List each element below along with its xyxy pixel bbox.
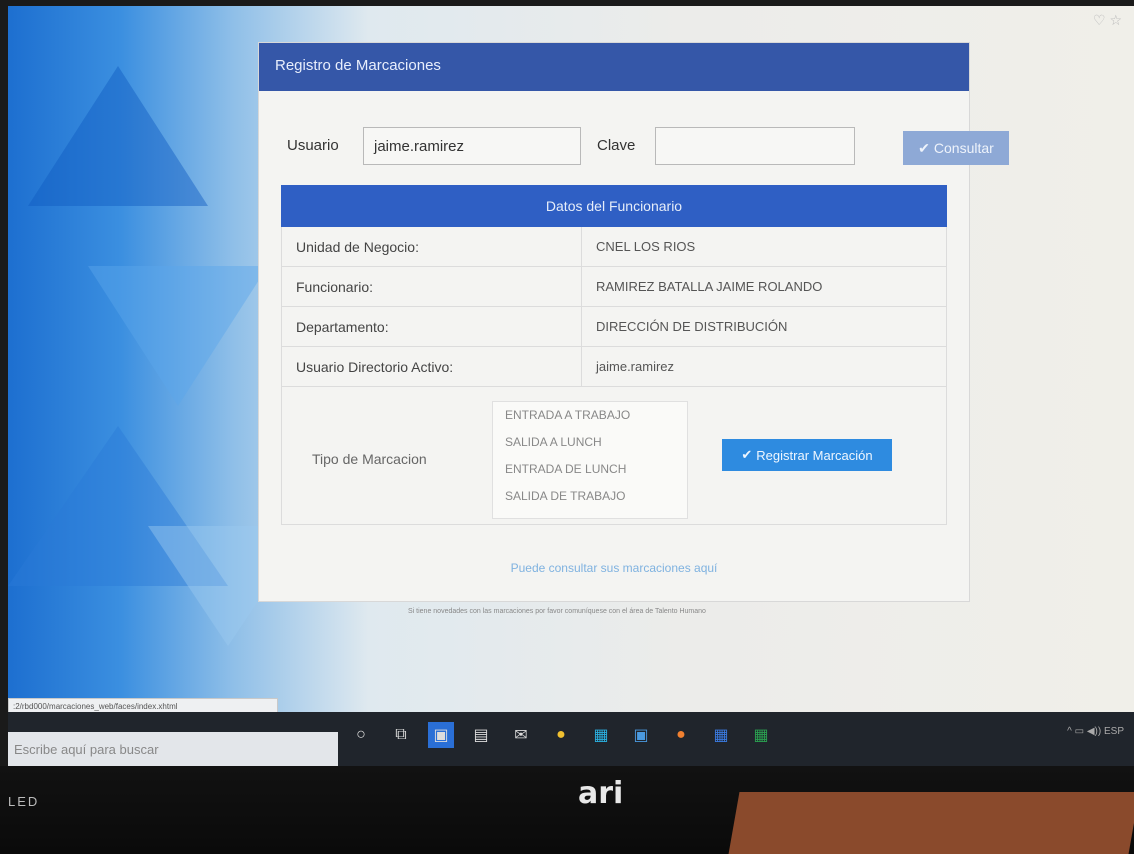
row-key: Unidad de Negocio: [282,227,582,266]
desktop-screen: ♡ ☆ Registro de Marcaciones Usuario jaim… [8,6,1134,766]
taskbar-search-input[interactable]: Escribe aquí para buscar [8,732,338,766]
chrome-icon[interactable]: ● [548,722,574,748]
led-label: LED [8,794,40,809]
clave-input[interactable] [655,127,855,165]
tipo-option[interactable]: ENTRADA A TRABAJO [493,402,687,429]
photos-icon[interactable]: ▣ [628,722,654,748]
check-icon: ✔ [741,447,753,462]
task-view-icon[interactable]: ⧉ [388,722,414,748]
usuario-label: Usuario [287,137,339,154]
tipo-label: Tipo de Marcacion [312,451,427,467]
usuario-input[interactable]: jaime.ramirez [363,127,581,165]
excel-icon[interactable]: ▦ [748,722,774,748]
footer-note: Si tiene novedades con las marcaciones p… [408,608,706,615]
tipo-option[interactable]: SALIDA DE TRABAJO [493,483,687,510]
login-row: Usuario jaime.ramirez Clave ✔ Consultar [287,125,1009,165]
tipo-marcacion-box: Tipo de Marcacion ENTRADA A TRABAJO SALI… [281,387,947,525]
browser-toolbar-icons[interactable]: ♡ ☆ [1093,12,1122,29]
desk-surface [728,792,1134,854]
consultar-marcaciones-link[interactable]: Puede consultar sus marcaciones aquí [259,561,969,575]
consultar-button[interactable]: ✔ Consultar [903,131,1009,165]
firefox-icon[interactable]: ● [668,722,694,748]
browser-icon[interactable]: ▣ [428,722,454,748]
system-tray[interactable]: ^ ▭ ◀)) ESP [1067,726,1124,737]
row-value: CNEL LOS RIOS [596,239,696,254]
datos-header: Datos del Funcionario [281,185,947,227]
store-icon[interactable]: ▤ [468,722,494,748]
background-shape [28,66,208,206]
clave-label: Clave [597,137,636,154]
table-row: Unidad de Negocio: CNEL LOS RIOS [281,227,947,267]
row-value: RAMIREZ BATALLA JAIME ROLANDO [596,279,823,294]
taskbar: Escribe aquí para buscar ○ ⧉ ▣ ▤ ✉ ● ▦ ▣… [8,712,1134,766]
registrar-marcacion-button[interactable]: ✔ Registrar Marcación [722,439,892,471]
table-row: Departamento: DIRECCIÓN DE DISTRIBUCIÓN [281,307,947,347]
tipo-select-list[interactable]: ENTRADA A TRABAJO SALIDA A LUNCH ENTRADA… [492,401,688,519]
calendar-icon[interactable]: ▦ [588,722,614,748]
registro-panel: Registro de Marcaciones Usuario jaime.ra… [258,42,1009,602]
row-key: Usuario Directorio Activo: [282,347,582,386]
tipo-option[interactable]: SALIDA A LUNCH [493,429,687,456]
word-icon[interactable]: ▦ [708,722,734,748]
row-key: Departamento: [282,307,582,346]
row-value: jaime.ramirez [596,359,675,374]
consultar-label: Consultar [933,140,994,156]
background-shape [88,266,268,406]
row-value: DIRECCIÓN DE DISTRIBUCIÓN [596,319,788,334]
taskbar-icons: ○ ⧉ ▣ ▤ ✉ ● ▦ ▣ ● ▦ ▦ [348,722,774,748]
datos-funcionario-table: Datos del Funcionario Unidad de Negocio:… [281,185,947,525]
check-icon: ✔ [918,139,930,156]
table-row: Funcionario: RAMIREZ BATALLA JAIME ROLAN… [281,267,947,307]
monitor-logo: ari [578,776,624,811]
registrar-label: Registrar Marcación [756,447,873,463]
mail-icon[interactable]: ✉ [508,722,534,748]
table-row: Usuario Directorio Activo: jaime.ramirez [281,347,947,387]
panel-title: Registro de Marcaciones [259,43,969,91]
cortana-icon[interactable]: ○ [348,722,374,748]
row-key: Funcionario: [282,267,582,306]
tipo-option[interactable]: ENTRADA DE LUNCH [493,456,687,483]
monitor-bezel: LED ari [0,766,1134,854]
